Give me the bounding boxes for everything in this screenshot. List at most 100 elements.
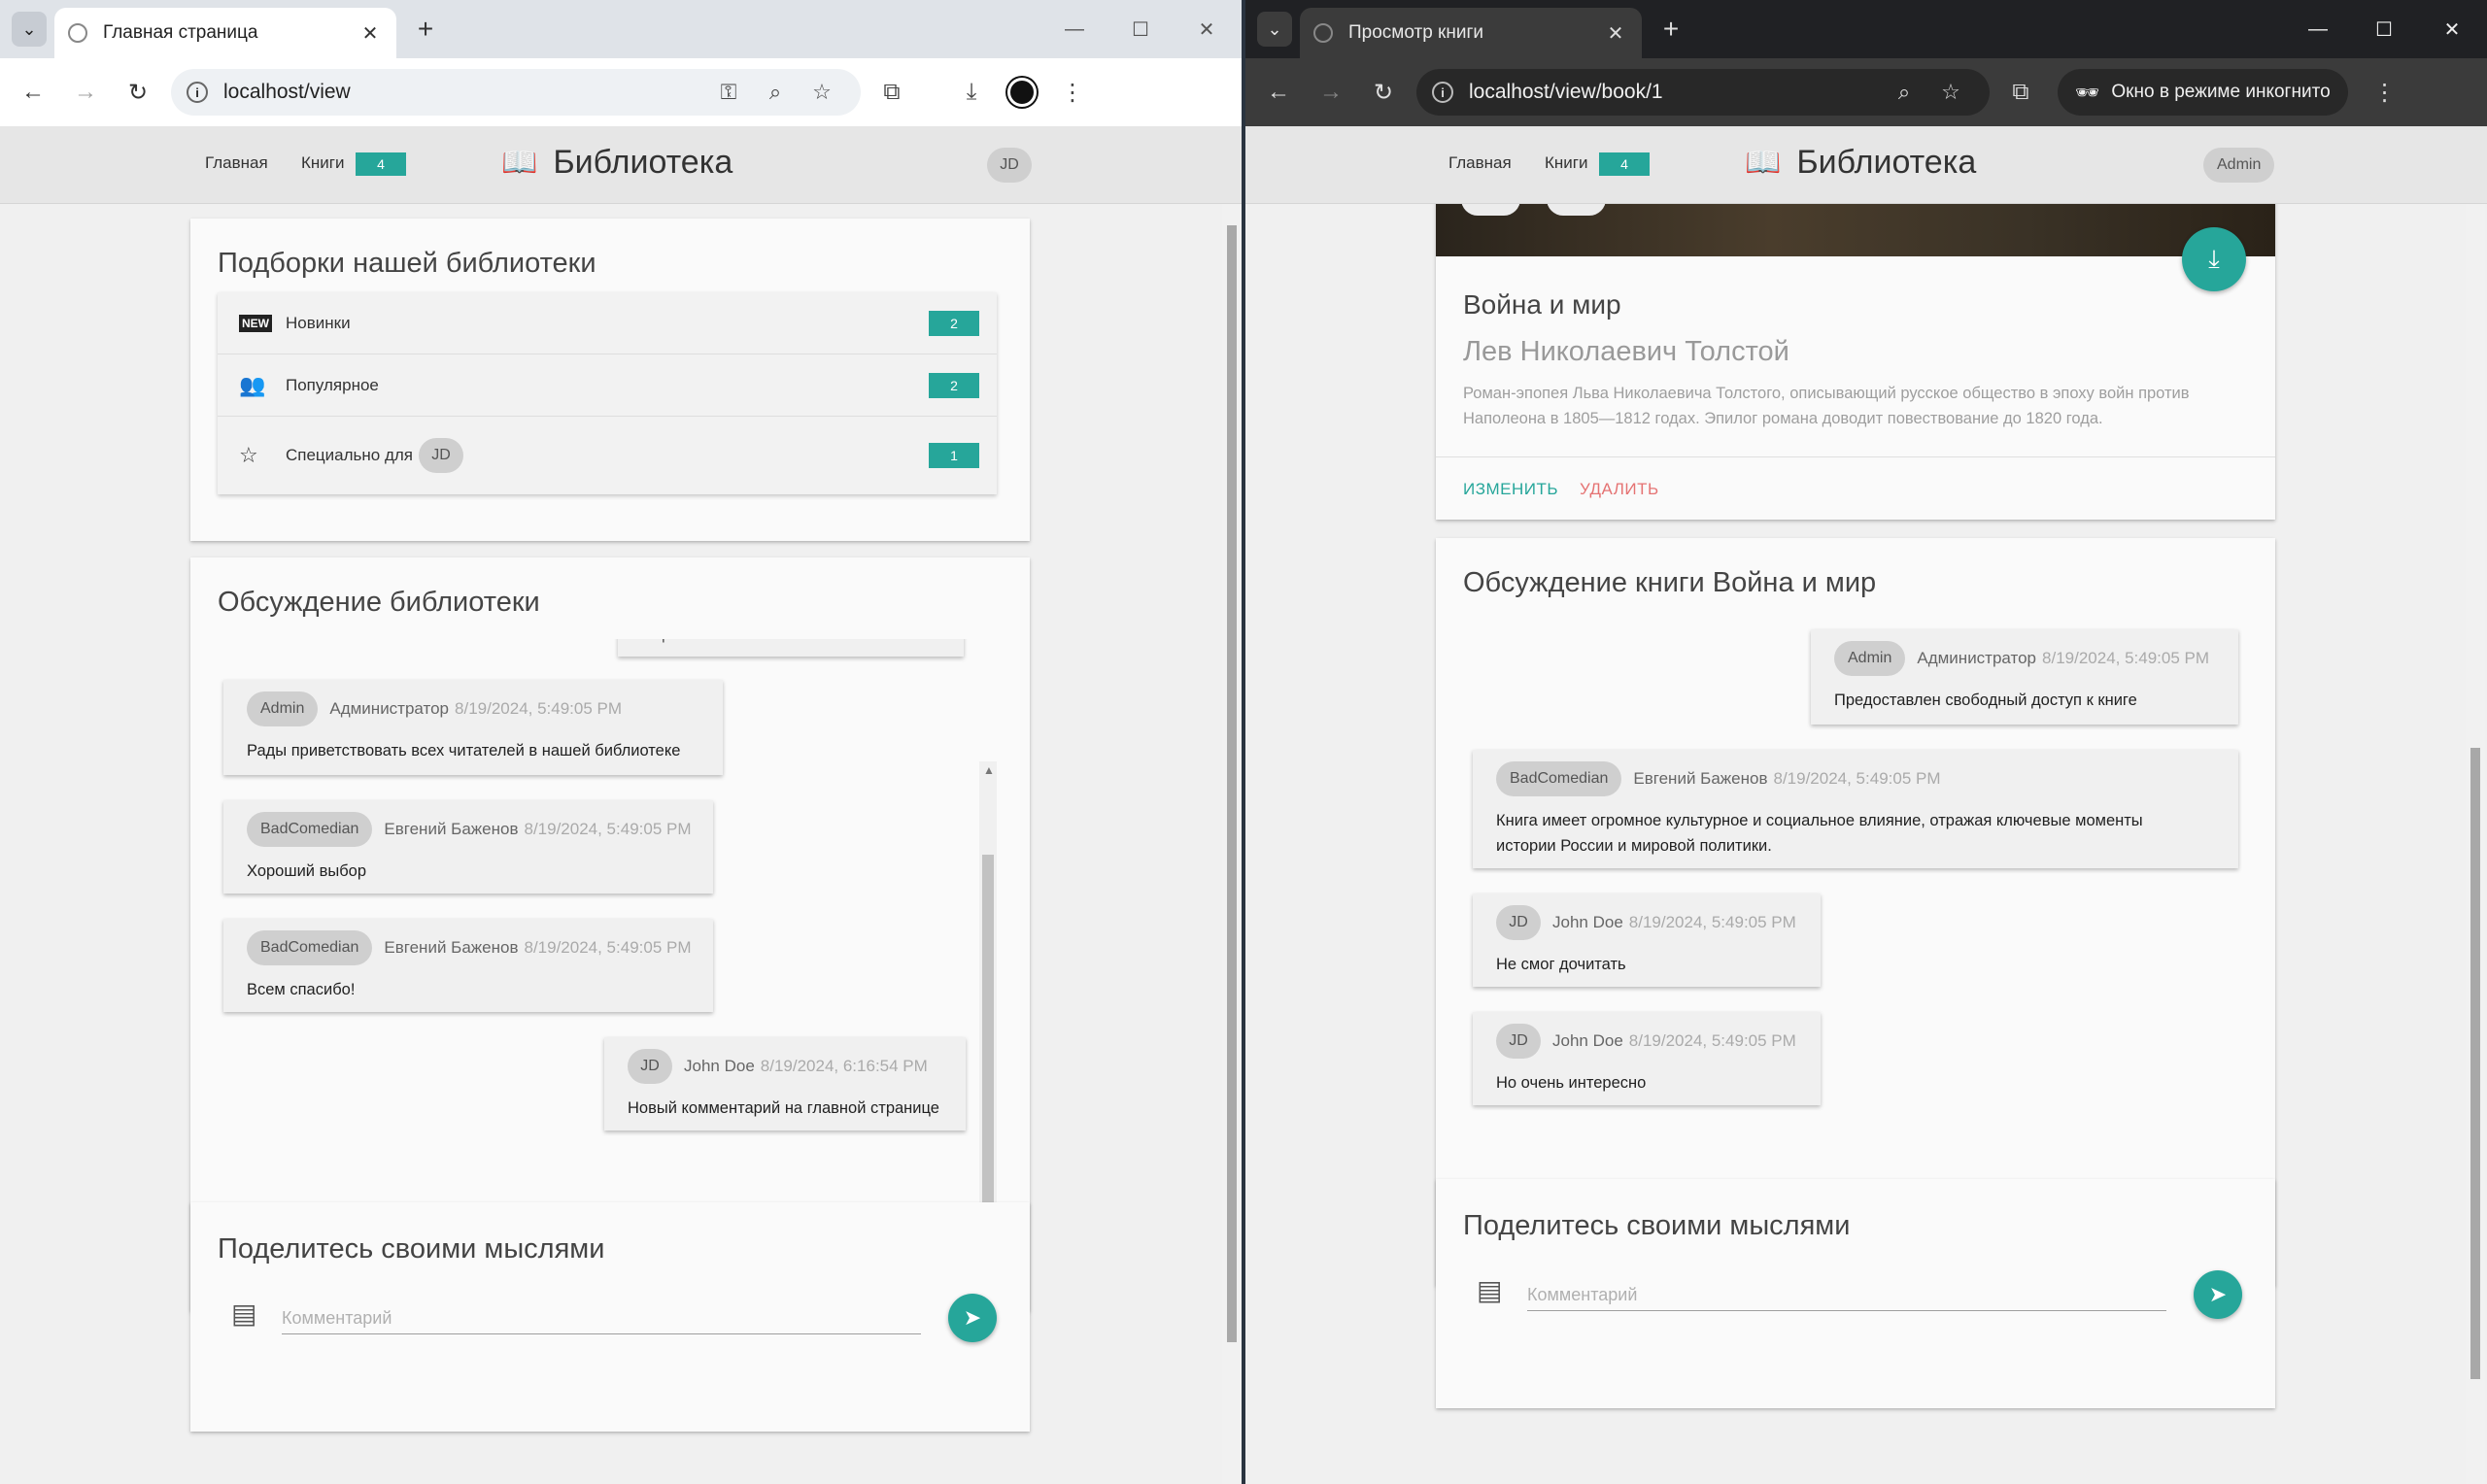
window-close-icon[interactable]: ✕ [1185,10,1228,49]
nav-books-link[interactable]: Книги [301,153,344,173]
comment-item: Первый! [618,639,964,657]
collection-count: 2 [929,310,979,336]
tab-title: Главная страница [103,22,258,43]
browser-window-right: ⌄ Просмотр книги ✕ + — ☐ ✕ ← → ↻ i local… [1245,0,2487,1484]
scroll-up-icon[interactable]: ▲ [983,763,995,777]
comment-author: Евгений Баженов [1633,769,1768,788]
browser-window-left: ⌄ Главная страница ✕ + — ☐ ✕ ← → ↻ i loc… [0,0,1242,1484]
close-icon[interactable]: ✕ [1603,21,1628,46]
user-chip: BadComedian [247,930,373,965]
profile-icon[interactable] [997,67,1047,118]
download-button[interactable]: ⤓ [2182,227,2246,291]
new-tab-button[interactable]: + [408,12,443,47]
maximize-icon[interactable]: ☐ [2363,10,2405,49]
nav-books-link[interactable]: Книги [1545,153,1587,173]
send-icon: ➤ [963,1305,982,1330]
url-text[interactable]: localhost/view [223,81,705,104]
user-chip: JD [628,1049,672,1084]
send-button[interactable]: ➤ [2194,1270,2242,1319]
extensions-icon[interactable]: ⧉ [867,67,917,118]
page-scrollbar-thumb[interactable] [2470,748,2480,1379]
app-header: Главная Книги 4 📖 Библиотека Admin [1245,126,2487,204]
send-button[interactable]: ➤ [948,1294,997,1342]
nav-home-link[interactable]: Главная [1448,153,1512,173]
tab-search-button[interactable]: ⌄ [12,12,47,47]
user-avatar[interactable]: JD [987,148,1032,183]
forward-icon[interactable]: → [1312,73,1350,112]
collection-count: 2 [929,372,979,398]
comments-scroll-area[interactable]: Первый! Admin Администратор 8/19/2024, 5… [204,639,1001,1247]
comment-input[interactable] [1527,1280,2166,1311]
download-icon[interactable]: ⤓ [946,67,997,118]
discussion-title: Обсуждение книги Война и мир [1463,567,1877,598]
user-chip: JD [1496,1024,1541,1059]
info-icon[interactable]: i [1432,82,1453,103]
user-chip: Admin [247,691,319,726]
edit-link[interactable]: ИЗМЕНИТЬ [1463,480,1558,499]
page-scrollbar[interactable] [1222,204,1242,1484]
nav-home-link[interactable]: Главная [205,153,268,173]
collection-item-special[interactable]: ☆ Специально для JD 1 [218,417,997,494]
browser-toolbar: ← → ↻ i localhost/view ⚿ ⌕ ☆ ⧉ ⤓ ⋮ [0,58,1242,126]
comment-item: Admin Администратор 8/19/2024, 5:49:05 P… [223,680,723,775]
comment-input[interactable] [282,1303,921,1334]
forward-icon[interactable]: → [66,73,105,112]
user-chip: BadComedian [1496,761,1622,796]
brand-title: Библиотека [553,144,733,181]
collection-item-popular[interactable]: 👥 Популярное 2 [218,354,997,417]
info-icon[interactable]: i [187,82,208,103]
reload-icon[interactable]: ↻ [119,73,157,112]
user-avatar[interactable]: Admin [2203,148,2275,183]
comment-text: Рады приветствовать всех читателей в наш… [247,742,681,759]
comment-text: Но очень интересно [1496,1074,1647,1092]
book-title: Война и мир [1463,289,1621,320]
share-card: Поделитесь своими мыслями ▤ ➤ [1436,1179,2275,1408]
extensions-icon[interactable]: ⧉ [1995,67,2046,118]
url-text[interactable]: localhost/view/book/1 [1469,81,1881,104]
new-tab-button[interactable]: + [1653,12,1688,47]
menu-icon[interactable]: ⋮ [1047,67,1098,118]
page-scrollbar-thumb[interactable] [1227,225,1237,1342]
back-icon[interactable]: ← [1259,73,1298,112]
page-scrollbar[interactable] [2466,204,2485,1484]
menu-icon[interactable]: ⋮ [2360,67,2410,118]
address-bar[interactable]: i localhost/view/book/1 ⌕ ☆ [1416,69,1990,116]
collections-list: NEW Новинки 2 👥 Популярное 2 ☆ Специальн… [218,292,997,494]
comment-time: 8/19/2024, 5:49:05 PM [524,820,692,838]
user-chip: JD [1496,905,1541,940]
page-content: Главная Книги 4 📖 Библиотека JD Подборки… [0,126,1242,1484]
brand-logo[interactable]: 📖 Библиотека [501,144,732,182]
maximize-icon[interactable]: ☐ [1119,10,1162,49]
collection-item-new[interactable]: NEW Новинки 2 [218,292,997,354]
delete-link[interactable]: УДАЛИТЬ [1580,480,1659,499]
comment-author: Администратор [329,699,450,718]
address-bar[interactable]: i localhost/view ⚿ ⌕ ☆ [171,69,861,116]
zoom-icon[interactable]: ⌕ [752,80,799,105]
comment-text: Хороший выбор [247,862,367,880]
bookmark-star-icon[interactable]: ☆ [1927,80,1974,105]
minimize-icon[interactable]: — [2297,10,2339,49]
incognito-label: Окно в режиме инкогнито [2111,82,2331,102]
collection-count: 1 [929,443,979,468]
key-icon[interactable]: ⚿ [705,80,752,105]
window-close-icon[interactable]: ✕ [2431,10,2473,49]
share-card: Поделитесь своими мыслями ▤ ➤ [190,1202,1030,1432]
tab-active[interactable]: Просмотр книги ✕ [1300,8,1642,58]
comment-time: 8/19/2024, 5:49:05 PM [1773,769,1941,788]
reload-icon[interactable]: ↻ [1364,73,1403,112]
page-content: 100 ♥ 180 ● ⤓ Война и мир Лев Николаевич… [1245,126,2487,1484]
comment-time: 8/19/2024, 5:49:05 PM [1628,913,1796,931]
brand-logo[interactable]: 📖 Библиотека [1745,144,1976,182]
back-icon[interactable]: ← [14,73,52,112]
comment-time: 8/19/2024, 5:49:05 PM [524,938,692,957]
close-icon[interactable]: ✕ [358,21,383,46]
tab-active[interactable]: Главная страница ✕ [54,8,396,58]
book-description: Роман-эпопея Льва Николаевича Толстого, … [1463,385,2190,427]
incognito-indicator[interactable]: 🕶 Окно в режиме инкогнито [2058,69,2348,116]
bookmark-star-icon[interactable]: ☆ [799,80,845,105]
scrollbar-thumb[interactable] [982,855,994,1261]
tab-title: Просмотр книги [1348,22,1484,43]
zoom-icon[interactable]: ⌕ [1881,80,1927,105]
tab-search-button[interactable]: ⌄ [1257,12,1292,47]
minimize-icon[interactable]: — [1053,10,1096,49]
